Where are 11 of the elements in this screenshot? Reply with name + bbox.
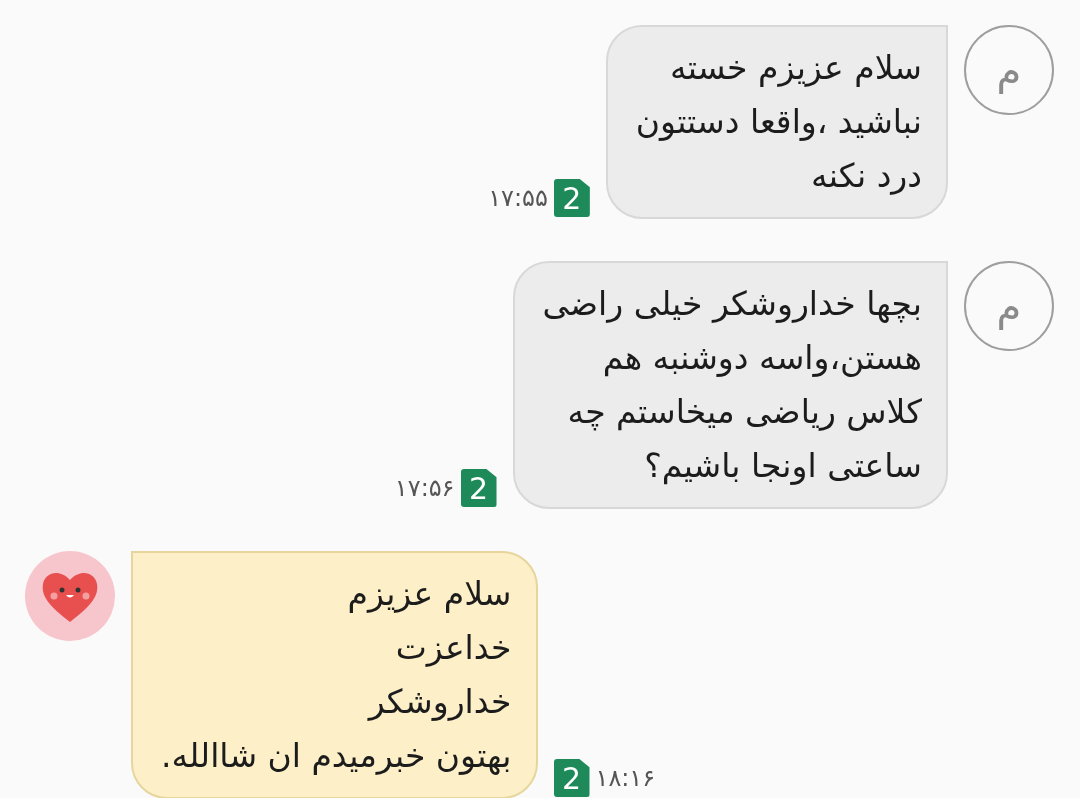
message-time: ۱۸:۱۶ [595,764,656,792]
avatar[interactable]: م [964,25,1054,115]
avatar[interactable]: م [964,261,1054,351]
sim-badge: 2 [553,179,590,217]
message-bubble: سلام عزیزم خداعزت خداروشکر بهتون خبرمیدم ان شاالله. [131,551,538,798]
message-time: ۱۷:۵۵ [488,184,548,212]
message-bubble: سلام عزیزم خسته نباشید ،واقعا دستتون درد نکنه [605,25,948,219]
message-time: ۱۷:۵۶ [394,474,455,502]
sim-badge: 2 [553,759,590,797]
sim-badge: 2 [460,469,497,507]
message-bubble: بچها خداروشکر خیلی راضی هستن،واسه دوشنبه هم کلاس ریاضی میخاستم چه ساعتی اونجا باشیم؟ [512,261,948,509]
